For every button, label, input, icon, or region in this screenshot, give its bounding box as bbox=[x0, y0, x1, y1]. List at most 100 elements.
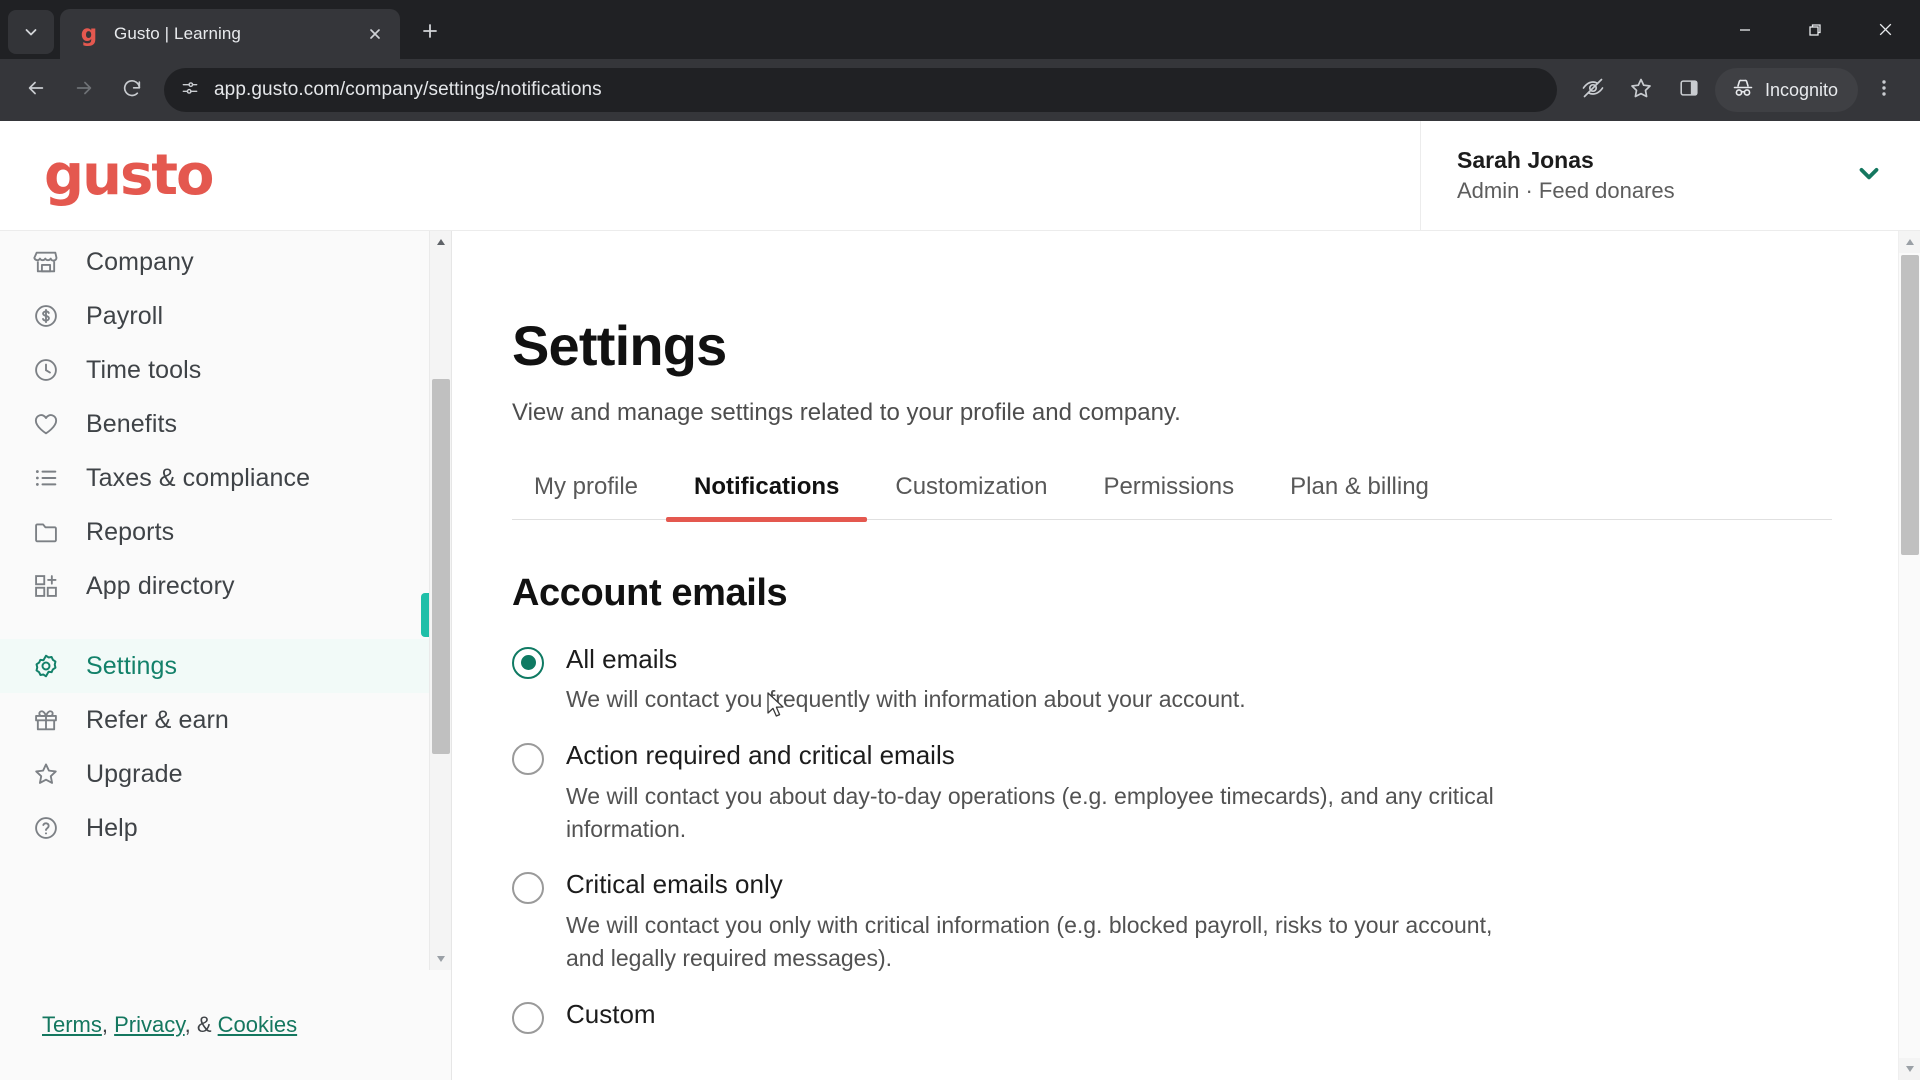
radio-option-all-emails[interactable]: All emails We will contact you frequentl… bbox=[512, 643, 1920, 717]
window-controls bbox=[1710, 0, 1920, 59]
main-scrollbar-thumb[interactable] bbox=[1901, 255, 1919, 555]
gear-icon bbox=[32, 652, 60, 680]
sidebar-item-label: App directory bbox=[86, 571, 235, 600]
plus-icon bbox=[420, 21, 440, 46]
sidebar-item-time-tools[interactable]: Time tools bbox=[0, 343, 451, 397]
separator: , & bbox=[184, 1012, 218, 1037]
user-role: Admin · Feed donares bbox=[1457, 178, 1675, 204]
three-dot-menu-icon bbox=[1874, 78, 1894, 103]
radio-button[interactable] bbox=[512, 1001, 544, 1034]
sidebar-item-taxes-compliance[interactable]: Taxes & compliance bbox=[0, 451, 451, 505]
incognito-indicator[interactable]: Incognito bbox=[1714, 68, 1858, 112]
browser-tab[interactable]: g Gusto | Learning bbox=[60, 9, 400, 59]
privacy-link[interactable]: Privacy bbox=[114, 1012, 185, 1037]
reload-button[interactable] bbox=[110, 68, 154, 112]
radio-button[interactable] bbox=[512, 872, 544, 905]
sidebar-item-help[interactable]: Help bbox=[0, 801, 451, 855]
settings-panel: Settings View and manage settings relate… bbox=[452, 231, 1920, 1080]
sidebar-item-upgrade[interactable]: Upgrade bbox=[0, 747, 451, 801]
radio-option-action-required[interactable]: Action required and critical emails We w… bbox=[512, 739, 1920, 846]
app-header: gusto Sarah Jonas Admin · Feed donares bbox=[0, 120, 1920, 231]
app-body: Company Payroll Time tools Benefits Taxe… bbox=[0, 231, 1920, 1080]
scroll-down-button[interactable] bbox=[430, 948, 451, 970]
tab-plan-billing[interactable]: Plan & billing bbox=[1262, 473, 1457, 519]
question-circle-icon bbox=[32, 814, 60, 842]
forward-button[interactable] bbox=[62, 68, 106, 112]
eye-off-icon bbox=[1581, 76, 1605, 105]
new-tab-button[interactable] bbox=[410, 13, 450, 53]
page-subtitle: View and manage settings related to your… bbox=[512, 398, 1181, 426]
tab-notifications[interactable]: Notifications bbox=[666, 473, 868, 522]
terms-link[interactable]: Terms bbox=[42, 1012, 102, 1037]
minimize-window-button[interactable] bbox=[1710, 0, 1780, 59]
sidebar-item-label: Refer & earn bbox=[86, 705, 229, 734]
sidebar-item-benefits[interactable]: Benefits bbox=[0, 397, 451, 451]
close-tab-button[interactable] bbox=[360, 19, 390, 49]
sidebar-item-label: Settings bbox=[86, 651, 178, 680]
close-window-button[interactable] bbox=[1850, 0, 1920, 59]
incognito-label: Incognito bbox=[1764, 79, 1838, 100]
user-name: Sarah Jonas bbox=[1457, 147, 1594, 174]
radio-content: Critical emails only We will contact you… bbox=[566, 868, 1506, 975]
store-icon bbox=[32, 248, 60, 276]
radio-option-critical-only[interactable]: Critical emails only We will contact you… bbox=[512, 868, 1920, 975]
sidebar-item-company[interactable]: Company bbox=[0, 235, 451, 289]
dollar-circle-icon bbox=[32, 302, 60, 330]
browser-menu-button[interactable] bbox=[1862, 68, 1906, 112]
tab-my-profile[interactable]: My profile bbox=[512, 473, 666, 519]
bookmark-button[interactable] bbox=[1619, 68, 1663, 112]
radio-content: All emails We will contact you frequentl… bbox=[566, 643, 1506, 717]
sidebar-item-settings[interactable]: Settings bbox=[0, 639, 451, 693]
tracking-protection-button[interactable] bbox=[1571, 68, 1615, 112]
radio-description: We will contact you only with critical i… bbox=[566, 912, 1493, 972]
cookies-link[interactable]: Cookies bbox=[218, 1012, 297, 1037]
tab-customization[interactable]: Customization bbox=[867, 473, 1075, 519]
sidebar-item-reports[interactable]: Reports bbox=[0, 505, 451, 559]
sidebar-footer: Terms, Privacy, & Cookies bbox=[0, 970, 451, 1080]
sidebar-item-label: Taxes & compliance bbox=[86, 463, 311, 492]
main-scrollbar[interactable] bbox=[1898, 231, 1920, 1080]
gusto-favicon-icon: g bbox=[80, 20, 98, 47]
sidebar-scrollbar-thumb[interactable] bbox=[432, 379, 450, 754]
side-panel-button[interactable] bbox=[1667, 68, 1711, 112]
settings-tabs: My profile Notifications Customization P… bbox=[512, 473, 1832, 522]
radio-description: We will contact you about day-to-day ope… bbox=[566, 782, 1494, 842]
forward-arrow-icon bbox=[73, 77, 95, 104]
maximize-window-button[interactable] bbox=[1780, 0, 1850, 59]
sidebar-item-app-directory[interactable]: App directory bbox=[0, 559, 451, 613]
back-button[interactable] bbox=[14, 68, 58, 112]
sidebar: Company Payroll Time tools Benefits Taxe… bbox=[0, 231, 452, 1080]
scroll-up-button[interactable] bbox=[430, 231, 451, 253]
tab-search-button[interactable] bbox=[8, 10, 54, 54]
gift-icon bbox=[32, 706, 60, 734]
radio-option-custom[interactable]: Custom bbox=[512, 998, 1920, 1034]
radio-button[interactable] bbox=[512, 742, 544, 775]
user-info: Sarah Jonas Admin · Feed donares bbox=[1457, 145, 1854, 206]
side-panel-icon bbox=[1678, 77, 1700, 104]
main-content: Settings View and manage settings relate… bbox=[452, 231, 1920, 1080]
scroll-up-button[interactable] bbox=[1899, 231, 1920, 253]
radio-label: All emails bbox=[566, 643, 678, 674]
sidebar-nav: Company Payroll Time tools Benefits Taxe… bbox=[0, 231, 451, 970]
clock-icon bbox=[32, 356, 60, 384]
scroll-down-button[interactable] bbox=[1899, 1058, 1920, 1080]
sidebar-divider bbox=[0, 613, 451, 639]
user-account-menu[interactable]: Sarah Jonas Admin · Feed donares bbox=[1420, 120, 1920, 231]
gusto-logo[interactable]: gusto bbox=[44, 147, 215, 204]
star-icon bbox=[1629, 76, 1653, 105]
address-bar[interactable]: app.gusto.com/company/settings/notificat… bbox=[164, 68, 1557, 112]
tab-permissions[interactable]: Permissions bbox=[1075, 473, 1262, 519]
folder-icon bbox=[32, 518, 60, 546]
sidebar-scrollbar[interactable] bbox=[429, 231, 451, 970]
back-arrow-icon bbox=[25, 77, 47, 104]
sidebar-item-payroll[interactable]: Payroll bbox=[0, 289, 451, 343]
chevron-down-icon[interactable] bbox=[1854, 158, 1884, 193]
list-icon bbox=[32, 464, 60, 492]
radio-button[interactable] bbox=[512, 646, 544, 679]
sidebar-item-refer-earn[interactable]: Refer & earn bbox=[0, 693, 451, 747]
tab-strip: g Gusto | Learning bbox=[0, 0, 1920, 59]
sidebar-item-label: Payroll bbox=[86, 301, 164, 330]
url-text: app.gusto.com/company/settings/notificat… bbox=[214, 79, 602, 100]
sidebar-item-label: Company bbox=[86, 247, 194, 276]
page-info-icon[interactable] bbox=[180, 78, 200, 103]
